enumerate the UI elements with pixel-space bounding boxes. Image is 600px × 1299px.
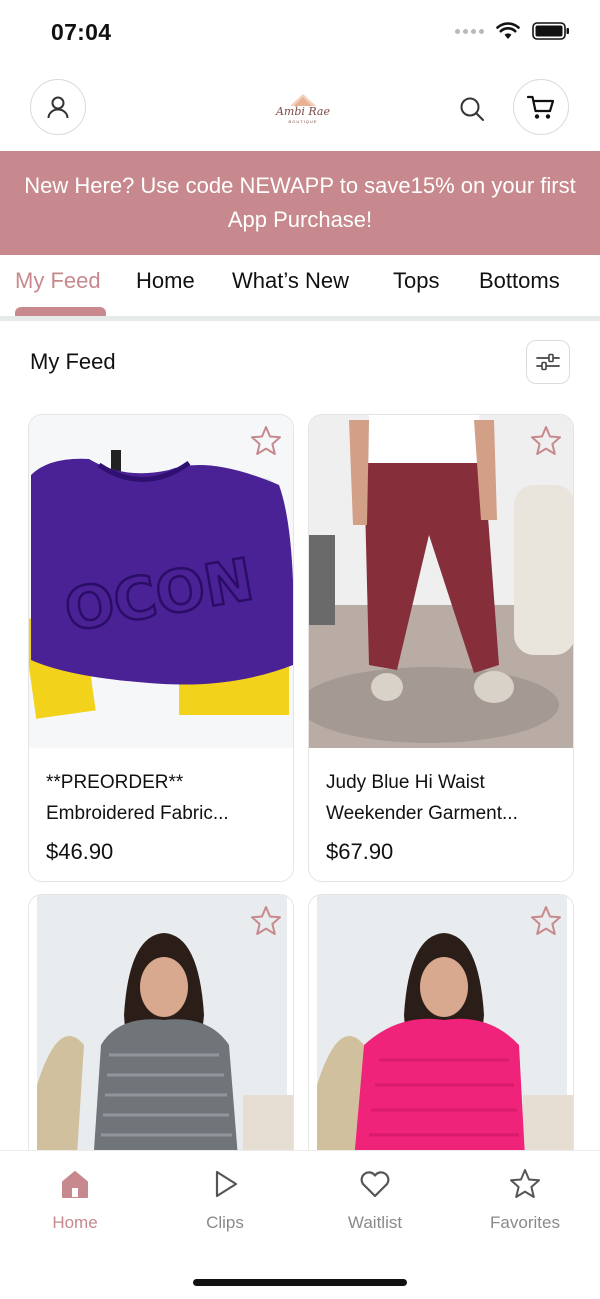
cart-icon (526, 95, 555, 119)
product-name-line2: Embroidered Fabric... (46, 803, 229, 824)
tab-my-feed[interactable]: My Feed (15, 268, 101, 294)
product-name-line1: **PREORDER** (46, 772, 184, 793)
product-info: **PREORDER** Embroidered Fabric... $46.9… (46, 767, 281, 865)
home-indicator (193, 1279, 407, 1286)
product-price: $46.90 (46, 839, 114, 864)
product-card[interactable]: OCON **PREORDER** Embroidered Fabric... … (28, 414, 294, 882)
tabs-divider (0, 316, 600, 321)
product-image[interactable]: OCON (29, 415, 293, 748)
nav-label: Home (52, 1213, 98, 1232)
product-info: Judy Blue Hi Waist Weekender Garment... … (326, 767, 561, 865)
product-card[interactable] (28, 894, 294, 1194)
tab-home[interactable]: Home (136, 268, 195, 294)
logo-subtext: BOUTIQUE (289, 119, 318, 124)
status-bar: 07:04 (0, 0, 600, 66)
favorite-star-icon[interactable] (249, 904, 283, 938)
nav-clips[interactable]: Clips (165, 1167, 285, 1233)
product-name-line1: Judy Blue Hi Waist (326, 772, 485, 793)
nav-label: Clips (206, 1213, 244, 1232)
search-icon (460, 97, 484, 121)
search-button[interactable] (456, 93, 488, 125)
nav-label: Waitlist (347, 1213, 403, 1232)
signal-dots-icon (455, 28, 484, 34)
logo-text: Ambi Rae (275, 105, 331, 118)
nav-favorites[interactable]: Favorites (465, 1167, 585, 1233)
play-icon (215, 1170, 238, 1198)
product-card[interactable] (308, 894, 574, 1194)
product-price: $67.90 (326, 839, 394, 864)
status-time: 07:04 (51, 19, 112, 45)
home-icon (62, 1171, 88, 1198)
status-icons (455, 22, 570, 40)
tab-tops[interactable]: Tops (393, 268, 439, 294)
tab-whats-new[interactable]: What’s New (232, 268, 349, 294)
sliders-icon (536, 353, 560, 371)
nav-home[interactable]: Home (15, 1167, 135, 1233)
favorite-star-icon[interactable] (529, 904, 563, 938)
nav-label: Favorites (490, 1213, 560, 1232)
tab-bottoms[interactable]: Bottoms (479, 268, 560, 294)
account-button[interactable] (30, 79, 86, 135)
nav-waitlist[interactable]: Waitlist (315, 1167, 435, 1233)
star-icon (510, 1169, 540, 1198)
user-icon (47, 96, 69, 119)
promo-banner[interactable]: New Here? Use code NEWAPP to save15% on … (0, 151, 600, 255)
promo-text: New Here? Use code NEWAPP to save15% on … (24, 173, 576, 232)
favorite-star-icon[interactable] (249, 424, 283, 458)
filter-button[interactable] (526, 340, 570, 384)
wifi-icon (496, 22, 520, 39)
product-name-line2: Weekender Garment... (326, 803, 518, 824)
product-image[interactable] (309, 415, 573, 748)
brand-logo[interactable]: Ambi Rae BOUTIQUE (272, 92, 334, 126)
battery-icon (532, 22, 569, 40)
favorite-star-icon[interactable] (529, 424, 563, 458)
heart-icon (360, 1171, 390, 1198)
product-card[interactable]: Judy Blue Hi Waist Weekender Garment... … (308, 414, 574, 882)
page-title: My Feed (30, 349, 116, 374)
cart-button[interactable] (513, 79, 569, 135)
bottom-nav: Home Clips Waitlist Favorites (0, 1150, 600, 1299)
